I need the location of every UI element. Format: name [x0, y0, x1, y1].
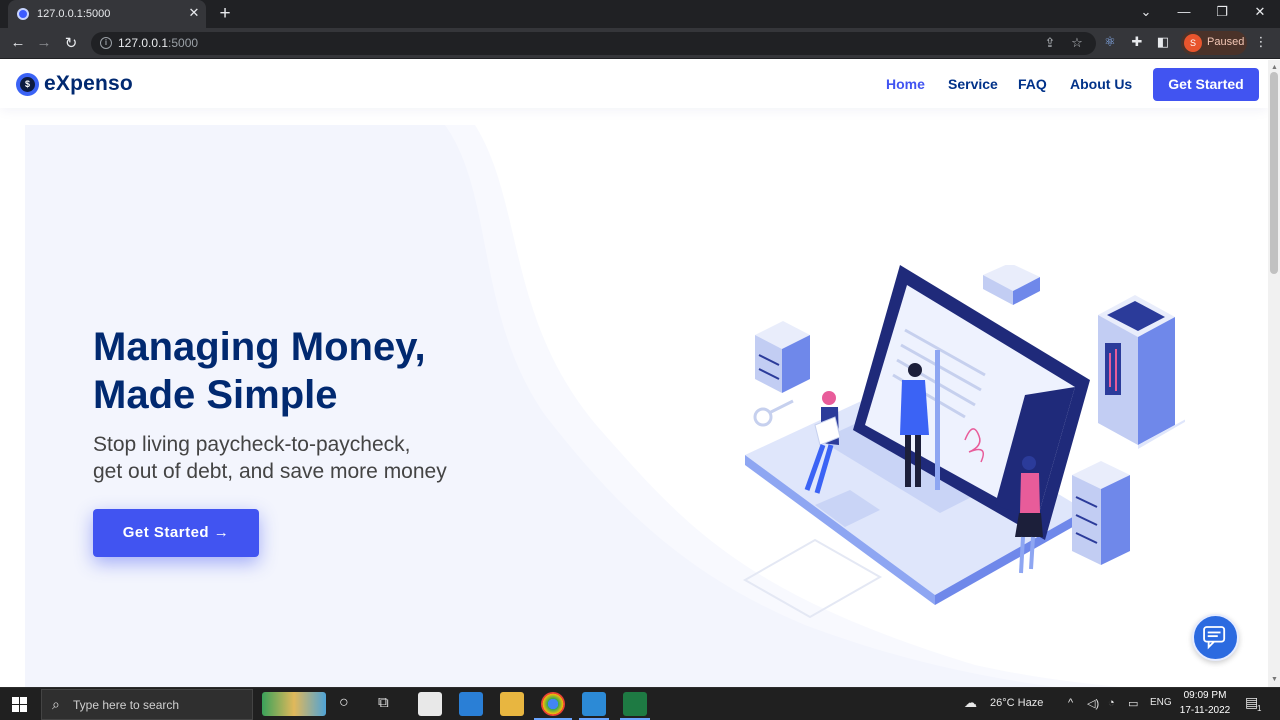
site-info-icon[interactable]: i — [100, 37, 112, 49]
extensions-puzzle-icon[interactable]: ✚ — [1128, 34, 1146, 50]
excel-icon[interactable] — [623, 692, 647, 716]
site-header: $ eXpenso Home Service FAQ About Us Get … — [0, 60, 1268, 108]
maximize-icon[interactable]: ❐ — [1212, 4, 1232, 20]
nav-service[interactable]: Service — [948, 76, 998, 92]
profile-button[interactable]: S Paused — [1181, 31, 1247, 55]
nav-about-us[interactable]: About Us — [1070, 76, 1132, 92]
nav-faq[interactable]: FAQ — [1018, 76, 1047, 92]
chat-bubble-icon — [1203, 626, 1226, 650]
side-panel-icon[interactable]: ◧ — [1154, 34, 1172, 50]
scroll-down-icon[interactable]: ▼ — [1271, 676, 1278, 683]
scroll-up-icon[interactable]: ▲ — [1271, 64, 1278, 71]
microsoft-store-icon[interactable] — [418, 692, 442, 716]
mail-icon[interactable] — [459, 692, 483, 716]
cortana-icon[interactable]: ○ — [339, 694, 349, 712]
language-indicator[interactable]: ENG — [1150, 697, 1172, 708]
battery-icon[interactable]: ▭ — [1128, 697, 1138, 710]
get-started-hero-button[interactable]: Get Started → — [93, 509, 259, 557]
search-icon: ⌕ — [52, 696, 60, 712]
chrome-icon[interactable] — [541, 692, 565, 716]
weather-icon[interactable]: ☁ — [964, 695, 977, 711]
file-explorer-icon[interactable] — [500, 692, 524, 716]
hero-title: Managing Money, Made Simple — [93, 325, 426, 417]
hero-subtitle: Stop living paycheck-to-paycheck, get ou… — [93, 433, 447, 483]
clock-date[interactable]: 17-11-2022 — [1174, 705, 1236, 716]
browser-tab-strip: 127.0.0.1:5000 ✕ + ⌄ — ❐ ✕ — [0, 0, 1280, 28]
windows-taskbar: ⌕ Type here to search ○ ⧉ ☁ 26°C Haze ^ … — [0, 687, 1280, 720]
laptop-team-illustration — [742, 265, 1185, 619]
favicon-icon — [17, 8, 29, 20]
avatar: S — [1184, 34, 1202, 52]
new-tab-icon[interactable]: + — [216, 3, 234, 25]
profile-status: Paused — [1207, 36, 1245, 48]
notification-count: 1 — [1257, 704, 1262, 713]
tab-search-icon[interactable]: ⌄ — [1136, 4, 1156, 20]
tab-title: 127.0.0.1:5000 — [37, 8, 111, 20]
search-highlight-image[interactable] — [262, 692, 326, 716]
logo-text: eXpenso — [44, 72, 133, 95]
tray-chevron-icon[interactable]: ^ — [1068, 697, 1073, 709]
clock-time[interactable]: 09:09 PM — [1182, 690, 1228, 701]
close-tab-icon[interactable]: ✕ — [186, 5, 202, 21]
taskbar-search-input[interactable]: ⌕ Type here to search — [41, 689, 253, 720]
vscode-icon[interactable] — [582, 692, 606, 716]
scroll-thumb[interactable] — [1270, 72, 1278, 274]
weather-text[interactable]: 26°C Haze — [990, 697, 1043, 709]
address-bar[interactable]: i 127.0.0.1:5000 ⇪ ☆ — [91, 32, 1096, 55]
get-started-nav-button[interactable]: Get Started — [1153, 68, 1259, 101]
address-url: 127.0.0.1:5000 — [118, 36, 199, 50]
nav-home[interactable]: Home — [886, 76, 925, 92]
wifi-icon[interactable]: ◔ — [1108, 697, 1115, 709]
browser-toolbar: ← → ↻ i 127.0.0.1:5000 ⇪ ☆ ⚛ ✚ ◧ S Pause… — [0, 28, 1280, 59]
chat-button[interactable] — [1192, 614, 1239, 661]
close-window-icon[interactable]: ✕ — [1250, 4, 1270, 20]
minimize-icon[interactable]: — — [1174, 4, 1194, 19]
share-icon[interactable]: ⇪ — [1042, 35, 1058, 51]
volume-icon[interactable]: ◁) — [1087, 697, 1099, 710]
react-devtools-icon[interactable]: ⚛ — [1101, 34, 1119, 50]
logo-icon: $ — [16, 73, 39, 96]
bookmark-star-icon[interactable]: ☆ — [1069, 35, 1085, 51]
kebab-menu-icon[interactable]: ⋮ — [1252, 34, 1270, 50]
back-icon[interactable]: ← — [9, 34, 27, 51]
page-viewport: $ eXpenso Home Service FAQ About Us Get … — [0, 60, 1268, 687]
reload-icon[interactable]: ↻ — [62, 34, 80, 52]
forward-icon[interactable]: → — [35, 34, 53, 51]
windows-start-icon[interactable] — [12, 697, 27, 712]
page-scrollbar[interactable]: ▲ ▼ — [1268, 60, 1280, 687]
hero-section: Managing Money, Made Simple Stop living … — [25, 125, 1241, 687]
search-placeholder: Type here to search — [73, 698, 180, 712]
browser-tab[interactable]: 127.0.0.1:5000 ✕ — [8, 0, 206, 28]
task-view-icon[interactable]: ⧉ — [378, 694, 389, 711]
